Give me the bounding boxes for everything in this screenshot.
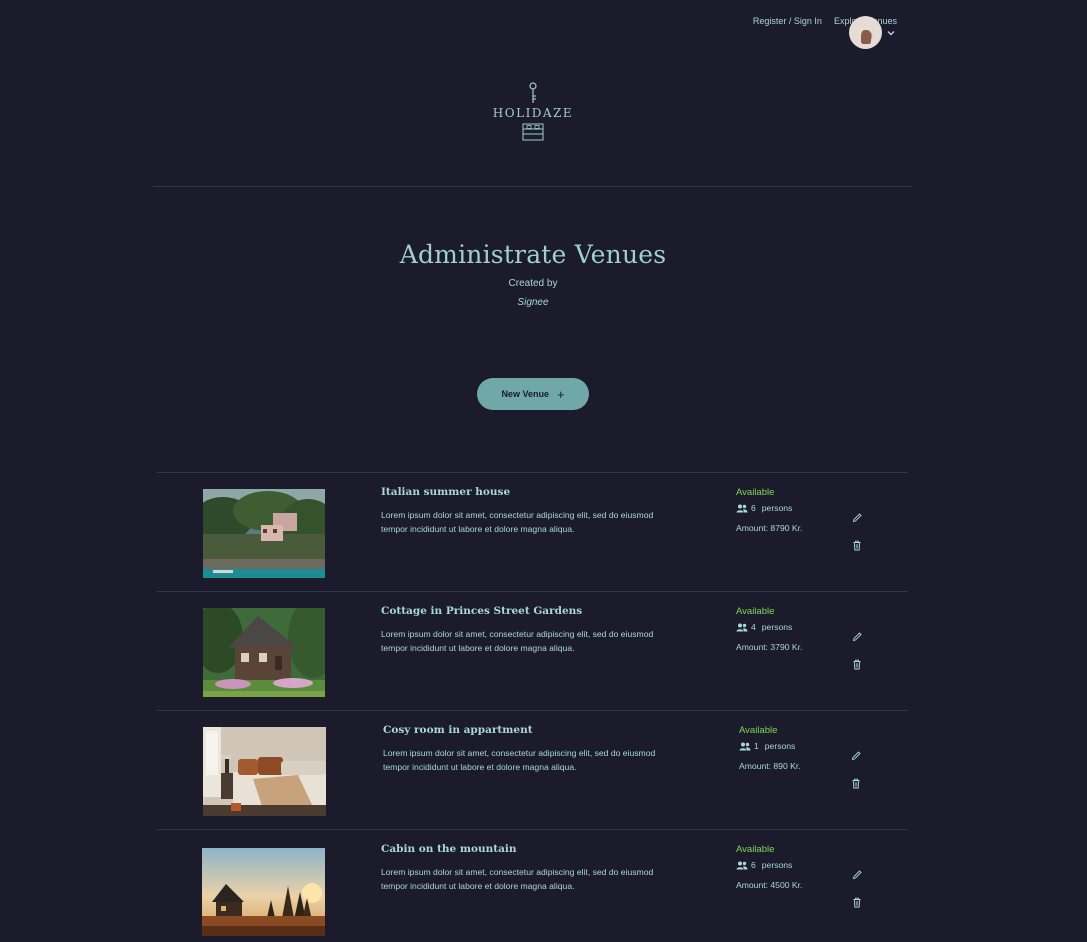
persons-count: 4 [751,622,756,632]
venue-persons: 4 persons [736,622,792,632]
user-menu[interactable] [849,16,896,49]
venue-status: Available [736,606,775,617]
trash-icon [853,659,861,669]
edit-venue-button[interactable] [850,749,862,761]
persons-count: 6 [751,503,756,513]
avatar[interactable] [849,16,882,49]
new-venue-button[interactable]: New Venue + [477,378,589,410]
venue-image-bedroom [203,727,326,816]
page: Register / Sign In Explore Venues HOLIDA… [0,0,1087,942]
venue-description: Lorem ipsum dolor sit amet, consectetur … [381,510,654,534]
author-name: Signee [517,297,549,308]
venue-amount: Amount: 8790 Kr. [736,523,803,533]
plus-icon: + [556,386,565,402]
venue-status: Available [736,487,775,498]
pencil-icon [852,869,862,879]
venue-image-mountain-cabin [202,848,325,936]
venue-image-coastal-villa [203,489,325,578]
users-icon [736,504,748,512]
venue-row: Cottage in Princes Street Gardens Lorem … [157,591,908,710]
venue-persons: 6 persons [736,860,792,870]
users-icon [736,861,748,869]
delete-venue-button[interactable] [851,896,863,908]
trash-icon [853,540,861,550]
persons-label: persons [761,503,793,513]
venue-title[interactable]: Cabin on the mountain [381,843,517,855]
venue-image-stone-cottage [203,608,325,697]
edit-venue-button[interactable] [851,868,863,880]
holidaze-logo[interactable]: HOLIDAZE [490,82,576,141]
trash-icon [853,897,861,907]
venue-title[interactable]: Cosy room in appartment [383,724,533,736]
venue-row: Cabin on the mountain Lorem ipsum dolor … [157,829,908,942]
page-title: Administrate Venues [399,240,667,269]
users-icon [739,742,751,750]
chevron-down-icon[interactable] [886,28,896,38]
bed-icon [522,123,544,141]
persons-count: 6 [751,860,756,870]
header-divider [153,186,913,187]
persons-label: persons [761,860,793,870]
venue-persons: 1 persons [739,741,795,751]
venue-row: Italian summer house Lorem ipsum dolor s… [157,472,908,591]
venue-description: Lorem ipsum dolor sit amet, consectetur … [381,629,654,653]
venue-description: Lorem ipsum dolor sit amet, consectetur … [383,748,656,772]
register-sign-in-link[interactable]: Register / Sign In [753,16,822,26]
venue-row: Cosy room in appartment Lorem ipsum dolo… [157,710,908,829]
users-icon [736,623,748,631]
pencil-icon [852,512,862,522]
edit-venue-button[interactable] [851,511,863,523]
pencil-icon [851,750,861,760]
trash-icon [852,778,860,788]
venue-title[interactable]: Cottage in Princes Street Gardens [381,605,582,617]
persons-label: persons [764,741,796,751]
delete-venue-button[interactable] [851,539,863,551]
created-by-label: Created by [508,278,558,289]
page-heading: Administrate Venues Created by Signee [0,240,1066,308]
key-icon [529,82,537,103]
venue-amount: Amount: 3790 Kr. [736,642,803,652]
delete-venue-button[interactable] [850,777,862,789]
venue-persons: 6 persons [736,503,792,513]
persons-label: persons [761,622,793,632]
venue-status: Available [739,725,778,736]
venue-amount: Amount: 4500 Kr. [736,880,803,890]
logo-text: HOLIDAZE [492,106,574,120]
venue-title[interactable]: Italian summer house [381,486,510,498]
persons-count: 1 [754,741,759,751]
venue-list: Italian summer house Lorem ipsum dolor s… [157,472,908,942]
edit-venue-button[interactable] [851,630,863,642]
pencil-icon [852,631,862,641]
venue-amount: Amount: 890 Kr. [739,761,801,771]
venue-description: Lorem ipsum dolor sit amet, consectetur … [381,867,654,891]
delete-venue-button[interactable] [851,658,863,670]
venue-status: Available [736,844,775,855]
new-venue-label: New Venue [501,389,549,399]
